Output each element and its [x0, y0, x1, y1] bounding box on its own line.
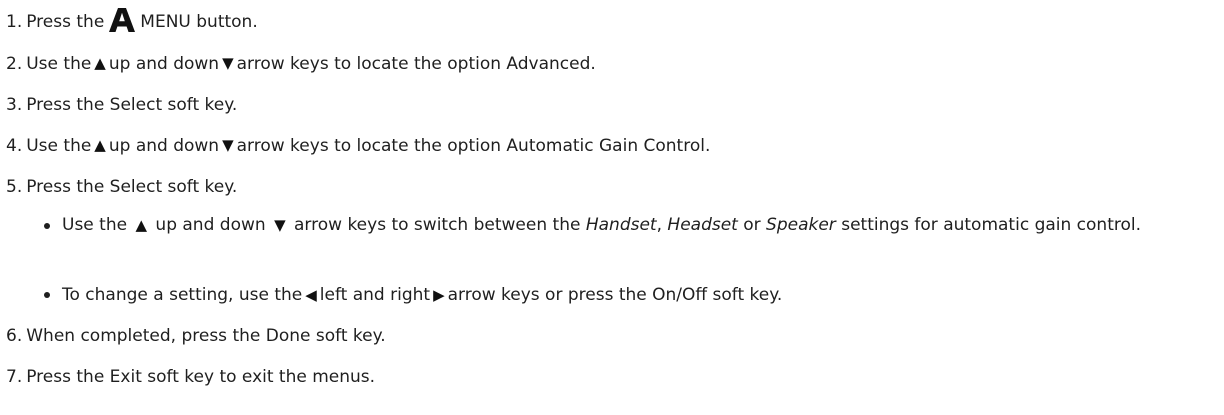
sub-text: arrow keys or press the On/Off soft key. [447, 285, 783, 305]
step-number: 5. [6, 176, 23, 197]
up-arrow-icon: ▲ [94, 136, 106, 154]
sub-text: Use the [62, 215, 128, 235]
step-number: 3. [6, 94, 23, 115]
sub-text: up and down [155, 215, 266, 235]
step-7: 7. Press the Exit soft key to exit the m… [6, 356, 1224, 397]
handset-term: Handset [585, 215, 657, 235]
headset-term: Headset [667, 215, 738, 235]
step-text: Use the [26, 135, 92, 156]
right-arrow-icon: ▶ [433, 285, 445, 304]
step-text: up and down [108, 53, 220, 74]
sub-item-change-setting: To change a setting, use the ◀ left and … [42, 277, 1224, 313]
up-arrow-icon: ▲ [135, 216, 148, 234]
menu-a-icon [109, 7, 136, 32]
step-text: Press the Select soft key. [26, 176, 238, 197]
step-text: arrow keys to locate the option Automati… [236, 135, 711, 156]
step-text: Press the Exit soft key to exit the menu… [26, 366, 376, 387]
left-arrow-icon: ◀ [305, 285, 317, 304]
bullet [44, 292, 50, 298]
step-text: MENU button. [140, 11, 258, 32]
step-text: Press the [26, 11, 105, 32]
step-2: 2. Use the ▲ up and down ▼ arrow keys to… [6, 43, 1224, 84]
step-number: 2. [6, 53, 23, 74]
step-3: 3. Press the Select soft key. [6, 84, 1224, 125]
step-5: 5. Press the Select soft key. [6, 166, 1224, 207]
step-1: 1. Press the MENU button. [6, 0, 1224, 43]
step-text: up and down [108, 135, 220, 156]
bullet [44, 223, 50, 229]
down-arrow-icon: ▼ [222, 54, 234, 72]
step-text: Use the [26, 53, 92, 74]
up-arrow-icon: ▲ [94, 54, 106, 72]
speaker-term: Speaker [766, 215, 836, 235]
sub-item-switch-settings: Use the ▲ up and down ▼ arrow keys to sw… [42, 213, 1212, 271]
comma: , [656, 215, 662, 235]
step-text: arrow keys to locate the option Advanced… [236, 53, 596, 74]
sub-text: or [743, 215, 761, 235]
step-4: 4. Use the ▲ up and down ▼ arrow keys to… [6, 125, 1224, 166]
sub-list: Use the ▲ up and down ▼ arrow keys to sw… [6, 213, 1224, 313]
sub-text: settings for automatic gain control. [841, 215, 1142, 235]
down-arrow-icon: ▼ [274, 216, 286, 234]
step-number: 1. [6, 11, 23, 32]
step-number: 7. [6, 366, 23, 387]
sub-text: To change a setting, use the [62, 285, 303, 305]
step-6: 6. When completed, press the Done soft k… [6, 315, 1224, 356]
down-arrow-icon: ▼ [222, 136, 234, 154]
step-number: 6. [6, 325, 23, 346]
sub-text: arrow keys to switch between the [294, 215, 581, 235]
step-text: Press the Select soft key. [26, 94, 238, 115]
instructions: 1. Press the MENU button. 2. Use the ▲ u… [0, 0, 1224, 397]
step-text: When completed, press the Done soft key. [26, 325, 386, 346]
sub-text: left and right [319, 285, 431, 305]
step-number: 4. [6, 135, 23, 156]
